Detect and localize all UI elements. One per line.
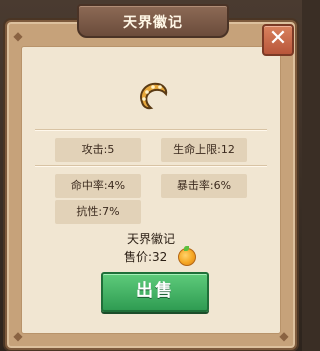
sell-button[interactable]: 出售: [101, 272, 209, 312]
stat-crit-rate: 暴击率:6%: [161, 174, 247, 198]
gold-coin-icon: [178, 246, 196, 266]
stat-attack: 攻击:5: [55, 138, 141, 162]
crescent-badge-icon: [140, 82, 168, 110]
divider: [35, 129, 267, 131]
corner-ornament-icon: ◆: [13, 329, 23, 343]
stat-max-hp: 生命上限:12: [161, 138, 247, 162]
item-price: 售价:32: [124, 250, 168, 264]
divider: [35, 165, 267, 167]
stat-resistance: 抗性:7%: [55, 200, 141, 224]
stat-hit-rate: 命中率:4%: [55, 174, 141, 198]
price-row: 售价:32: [124, 246, 204, 266]
corner-ornament-icon: ◆: [279, 329, 289, 343]
close-button[interactable]: ✕: [262, 24, 294, 56]
corner-ornament-icon: ◆: [13, 29, 23, 43]
close-icon: ✕: [268, 26, 288, 51]
dialog-title: 天界徽记: [123, 15, 183, 31]
title-banner: 天界徽记: [77, 4, 229, 38]
item-name: 天界徽记: [126, 232, 175, 246]
